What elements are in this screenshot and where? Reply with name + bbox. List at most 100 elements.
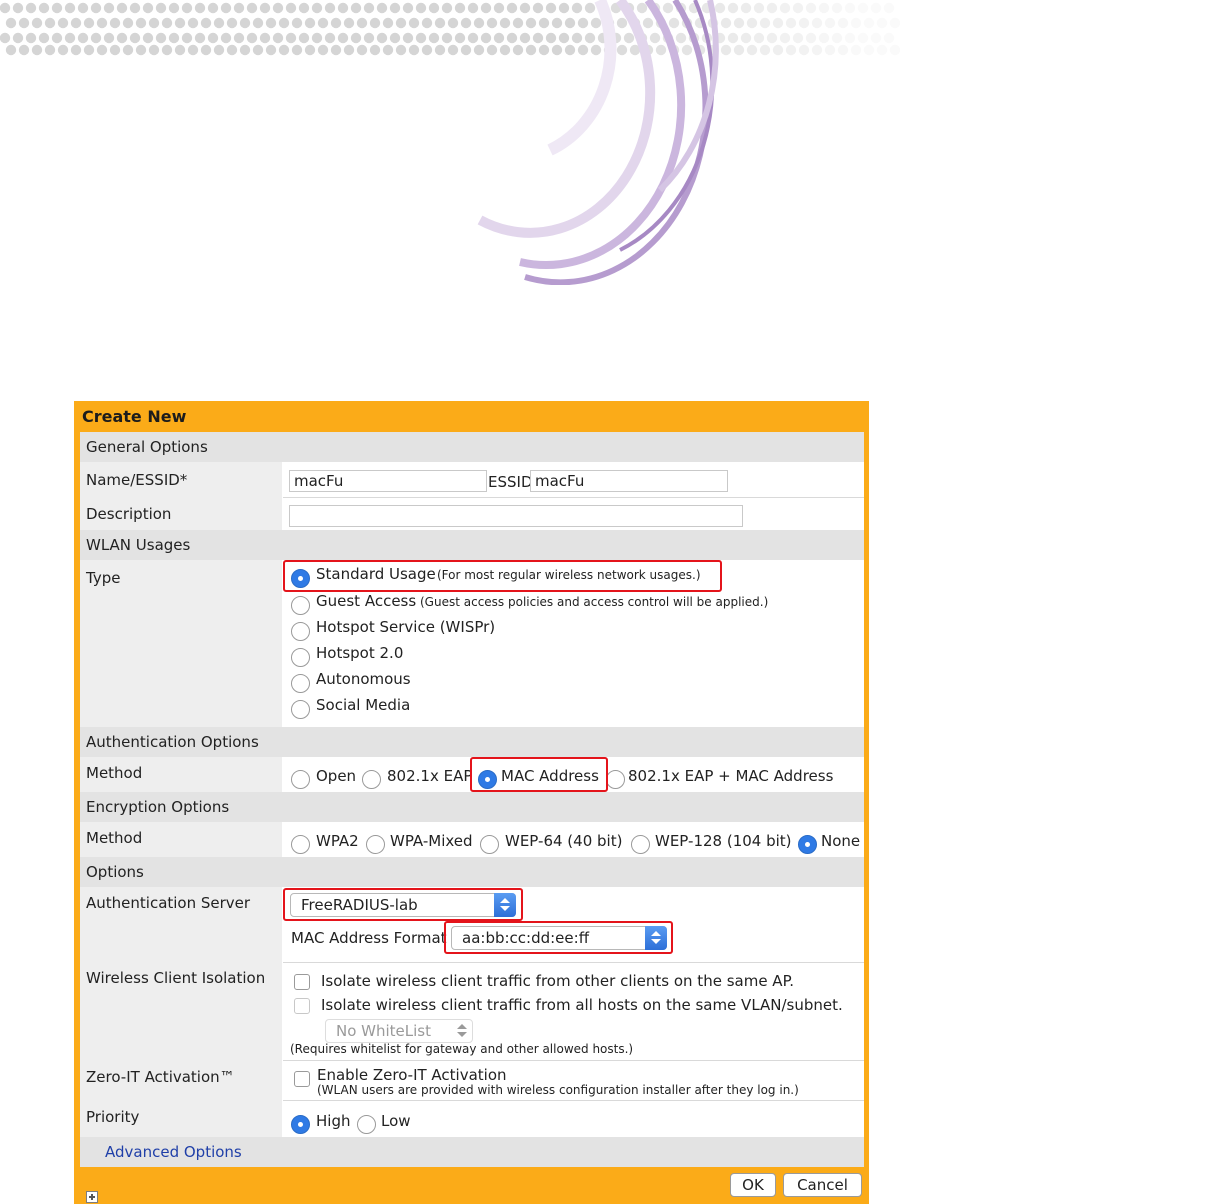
encryption-radio-none[interactable] <box>798 835 817 854</box>
isolation-vlan-checkbox[interactable] <box>294 998 310 1014</box>
decor-dot <box>824 44 836 56</box>
whitelist-select[interactable]: No WhiteList <box>325 1019 473 1043</box>
name-essid-label: Name/ESSID* <box>86 471 188 489</box>
decor-dot <box>785 44 797 56</box>
decor-dot <box>402 2 414 14</box>
isolation-label: Wireless Client Isolation <box>86 969 266 987</box>
decor-dot <box>265 17 277 29</box>
decor-dot <box>291 44 303 56</box>
encryption-radio-wep-128-104-bit[interactable] <box>631 835 650 854</box>
decor-dot <box>343 44 355 56</box>
decor-dot <box>44 44 56 56</box>
decor-dot <box>876 17 888 29</box>
decor-dot <box>824 17 836 29</box>
decor-dot <box>155 2 167 14</box>
decor-dot <box>233 32 245 44</box>
row-divider <box>283 1100 864 1101</box>
decor-dot <box>18 44 30 56</box>
isolation-ap-text: Isolate wireless client traffic from oth… <box>321 972 795 990</box>
decor-dot <box>785 17 797 29</box>
decor-dot <box>194 2 206 14</box>
encryption-radio-wpa-mixed[interactable] <box>366 835 385 854</box>
decor-dot <box>252 17 264 29</box>
name-input[interactable] <box>289 470 487 492</box>
type-radio-social-media[interactable] <box>291 700 310 719</box>
auth-method-option-label: Open <box>316 767 357 785</box>
decor-dot <box>25 32 37 44</box>
auth-method-radio-802-1x-eap-mac-address[interactable] <box>606 770 625 789</box>
decor-dot <box>798 17 810 29</box>
ok-button[interactable]: OK <box>730 1173 776 1197</box>
decor-dot <box>12 2 24 14</box>
type-label: Type <box>86 569 121 587</box>
decor-dot <box>239 44 251 56</box>
encryption-option-label: None <box>821 832 861 850</box>
cancel-button[interactable]: Cancel <box>783 1173 862 1197</box>
decor-dot <box>883 2 895 14</box>
type-radio-autonomous[interactable] <box>291 674 310 693</box>
decor-dot <box>174 17 186 29</box>
type-option-label: Hotspot 2.0 <box>316 644 404 662</box>
section-wlan-usages: WLAN Usages <box>80 530 864 560</box>
section-options: Options <box>80 857 864 887</box>
decor-dot <box>883 32 895 44</box>
decor-dot <box>428 32 440 44</box>
auth-method-label: Method <box>86 764 143 782</box>
essid-label: ESSID <box>488 473 533 491</box>
decor-dot <box>122 17 134 29</box>
auth-method-radio-open[interactable] <box>291 770 310 789</box>
dialog-title: Create New <box>82 407 187 426</box>
decor-dot <box>233 2 245 14</box>
advanced-options-link[interactable]: Advanced Options <box>105 1143 242 1161</box>
decor-dot <box>805 32 817 44</box>
type-option-label: Social Media <box>316 696 411 714</box>
decor-dot <box>51 32 63 44</box>
decor-dot <box>38 2 50 14</box>
type-option-label: Guest Access <box>316 592 417 610</box>
isolation-ap-checkbox[interactable] <box>294 974 310 990</box>
section-encryption-options: Encryption Options <box>80 792 864 822</box>
decor-dot <box>857 32 869 44</box>
decor-dot <box>870 32 882 44</box>
row-divider <box>283 1060 864 1061</box>
decor-dot <box>837 44 849 56</box>
decor-dot <box>831 32 843 44</box>
decor-dot <box>363 2 375 14</box>
encryption-radio-wep-64-40-bit[interactable] <box>480 835 499 854</box>
decor-dot <box>109 17 121 29</box>
decor-dot <box>740 2 752 14</box>
decor-dot <box>116 32 128 44</box>
decor-dot <box>90 2 102 14</box>
decor-dot <box>863 44 875 56</box>
decor-dot <box>428 2 440 14</box>
decor-dot <box>12 32 24 44</box>
decor-dot <box>70 44 82 56</box>
expand-plus-icon[interactable] <box>86 1191 98 1203</box>
priority-radio-high[interactable] <box>291 1115 310 1134</box>
decor-dot <box>5 44 17 56</box>
type-radio-hotspot-2-0[interactable] <box>291 648 310 667</box>
description-input[interactable] <box>289 505 743 527</box>
decor-dot <box>129 2 141 14</box>
zero-it-checkbox[interactable] <box>294 1071 310 1087</box>
essid-input[interactable] <box>530 470 728 492</box>
create-new-dialog: Create New General Options WLAN Usages A… <box>74 401 869 1204</box>
decor-dot <box>259 32 271 44</box>
auth-server-label: Authentication Server <box>86 894 251 912</box>
decor-dot <box>415 2 427 14</box>
decor-dot <box>844 32 856 44</box>
decor-dot <box>772 17 784 29</box>
priority-radio-low[interactable] <box>357 1115 376 1134</box>
type-radio-hotspot-service-wispr[interactable] <box>291 622 310 641</box>
decor-dot <box>889 44 900 56</box>
decor-dot <box>330 44 342 56</box>
decor-dot <box>740 32 752 44</box>
auth-method-radio-802-1x-eap[interactable] <box>362 770 381 789</box>
encryption-radio-wpa2[interactable] <box>291 835 310 854</box>
decor-dot <box>226 17 238 29</box>
decor-dot <box>259 2 271 14</box>
decor-dot <box>285 32 297 44</box>
auth-method-option-label: 802.1x EAP + MAC Address <box>628 767 834 785</box>
type-radio-guest-access[interactable] <box>291 596 310 615</box>
decor-dot <box>142 32 154 44</box>
